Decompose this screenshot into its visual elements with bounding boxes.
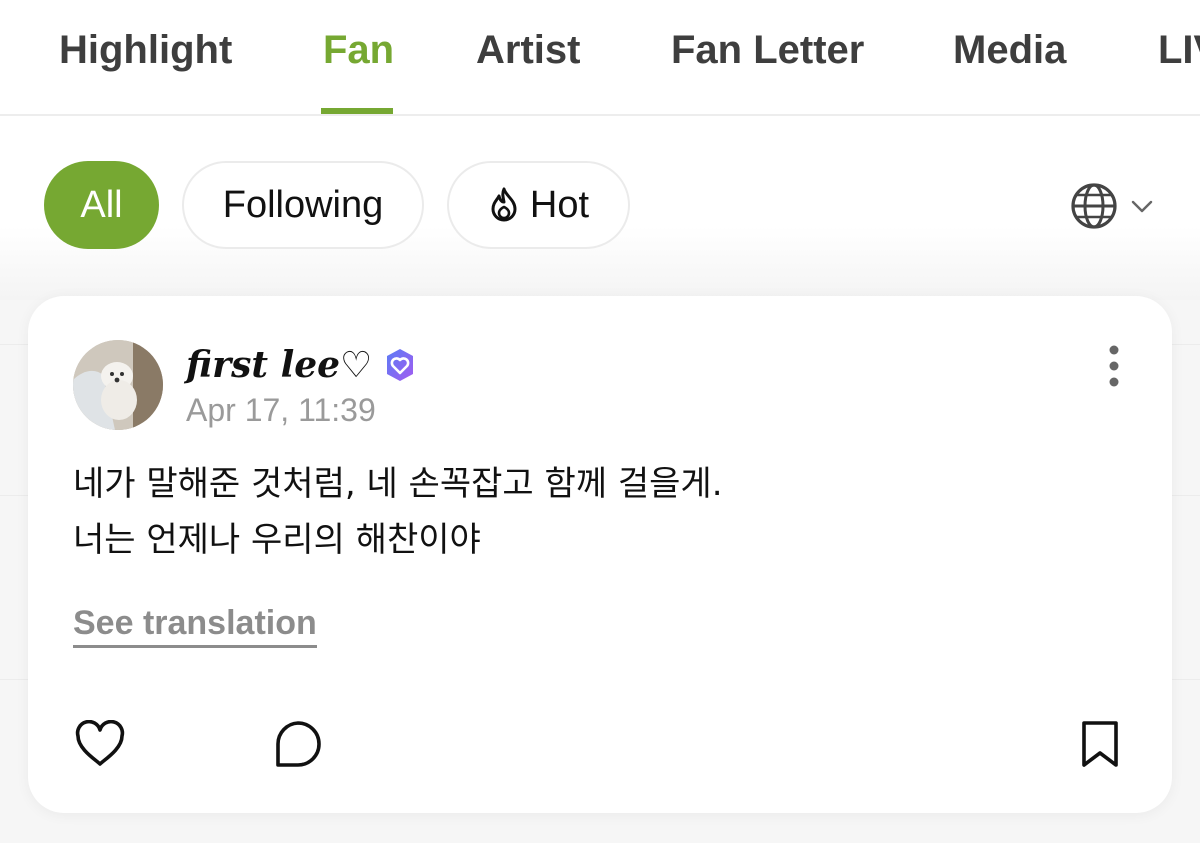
post-text-line: 네가 말해준 것처럼, 네 손꼭잡고 함께 걸을게. [73, 464, 723, 504]
chevron-down-icon [1131, 200, 1153, 213]
tab-artist[interactable]: Artist [476, 28, 580, 114]
active-tab-indicator [321, 108, 393, 114]
comment-button[interactable] [270, 716, 326, 772]
filter-bar: All Following Hot [0, 116, 1200, 300]
filter-all-label: All [80, 183, 123, 226]
tab-fan-letter[interactable]: Fan Letter [671, 28, 864, 114]
tab-media[interactable]: Media [953, 28, 1066, 114]
more-vertical-icon [1109, 345, 1119, 387]
fan-feed-page: Highlight Fan Artist Fan Letter Media LI… [0, 0, 1200, 843]
comment-icon [276, 721, 321, 767]
like-button[interactable] [72, 716, 128, 772]
tab-live[interactable]: LIV [1158, 28, 1200, 114]
post-text-line: 너는 언제나 우리의 해찬이야 [73, 520, 481, 560]
post-username: first lee♡ [186, 344, 373, 386]
tab-fan[interactable]: Fan [323, 28, 394, 114]
filter-following-label: Following [222, 183, 384, 226]
tab-highlight[interactable]: Highlight [59, 28, 232, 114]
avatar-image [73, 340, 163, 430]
filter-following-chip[interactable]: Following [182, 161, 424, 249]
language-selector[interactable] [1068, 178, 1160, 234]
filter-hot-label: Hot [529, 183, 590, 226]
filter-all-chip[interactable]: All [44, 161, 159, 249]
bookmark-icon [1082, 721, 1118, 767]
post-timestamp: Apr 17, 11:39 [186, 392, 376, 428]
post-body: 네가 말해준 것처럼, 네 손꼭잡고 함께 걸을게. 너는 언제나 우리의 해찬… [73, 456, 1123, 568]
flame-icon [491, 187, 517, 222]
more-options-button[interactable] [1102, 342, 1126, 390]
heart-icon [75, 720, 125, 766]
tab-bar: Highlight Fan Artist Fan Letter Media LI… [0, 0, 1200, 116]
post-card: first lee♡ Apr 17, 11:39 네가 말해준 것처럼, 네 손… [28, 296, 1172, 813]
globe-icon [1071, 183, 1117, 229]
filter-hot-chip[interactable]: Hot [447, 161, 630, 249]
bookmark-button[interactable] [1072, 716, 1128, 772]
verified-badge-icon [387, 349, 414, 381]
post-username-row[interactable]: first lee♡ [186, 340, 418, 390]
avatar[interactable] [73, 340, 163, 430]
see-translation-link[interactable]: See translation [73, 604, 317, 648]
